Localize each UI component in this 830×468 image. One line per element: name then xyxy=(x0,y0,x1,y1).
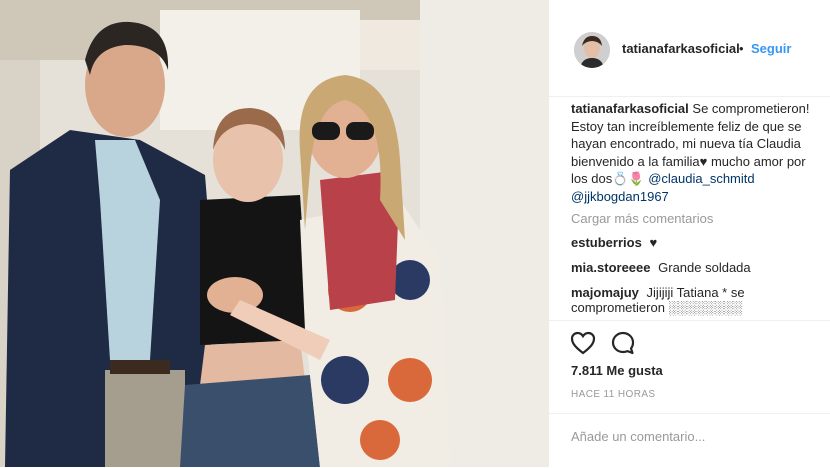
load-more-comments-link[interactable]: Cargar más comentarios xyxy=(571,211,821,226)
post-photo[interactable] xyxy=(0,0,549,467)
comment-text-cut: comprometieron ░░░░░░░░ xyxy=(571,300,743,315)
add-comment-bar xyxy=(549,413,830,468)
follow-button[interactable]: Seguir xyxy=(751,41,791,56)
post-actions: 7.811 Me gusta HACE 11 HORAS xyxy=(549,320,830,467)
header-separator: • xyxy=(739,41,744,56)
photo-illustration xyxy=(0,0,549,467)
caption-username[interactable]: tatianafarkasoficial xyxy=(571,101,689,116)
comments-section: tatianafarkasoficial Se comprometieron! … xyxy=(571,100,821,320)
comment-username[interactable]: estuberrios xyxy=(571,235,642,250)
mention-link[interactable]: @jjkbogdan1967 xyxy=(571,189,669,204)
avatar[interactable] xyxy=(574,32,610,68)
avatar-image xyxy=(574,32,610,68)
likes-count[interactable]: 7.811 Me gusta xyxy=(571,363,663,378)
comment-item: mia.storeeee Grande soldada xyxy=(571,259,821,276)
post-timestamp[interactable]: HACE 11 HORAS xyxy=(571,389,655,400)
comment-text: ♥ xyxy=(649,235,658,250)
mention-link[interactable]: @claudia_schmitd xyxy=(648,171,754,186)
comment-item: estuberrios ♥ xyxy=(571,234,821,251)
instagram-post: tatianafarkasoficial • Seguir tatianafar… xyxy=(0,0,830,467)
comment-text: Grande soldada xyxy=(658,260,751,275)
caption: tatianafarkasoficial Se comprometieron! … xyxy=(571,100,821,205)
post-side-panel: tatianafarkasoficial • Seguir tatianafar… xyxy=(549,0,830,467)
post-header: tatianafarkasoficial • Seguir xyxy=(549,0,830,97)
comment-text: Jijijiji Tatiana * se xyxy=(646,285,745,300)
heart-icon[interactable] xyxy=(569,329,597,357)
header-username[interactable]: tatianafarkasoficial xyxy=(622,41,740,56)
comment-item: majomajuy Jijijiji Tatiana * se xyxy=(571,284,821,301)
comment-username[interactable]: majomajuy xyxy=(571,285,639,300)
comment-bubble-icon[interactable] xyxy=(609,329,637,357)
comment-username[interactable]: mia.storeeee xyxy=(571,260,651,275)
add-comment-input[interactable] xyxy=(571,424,811,448)
